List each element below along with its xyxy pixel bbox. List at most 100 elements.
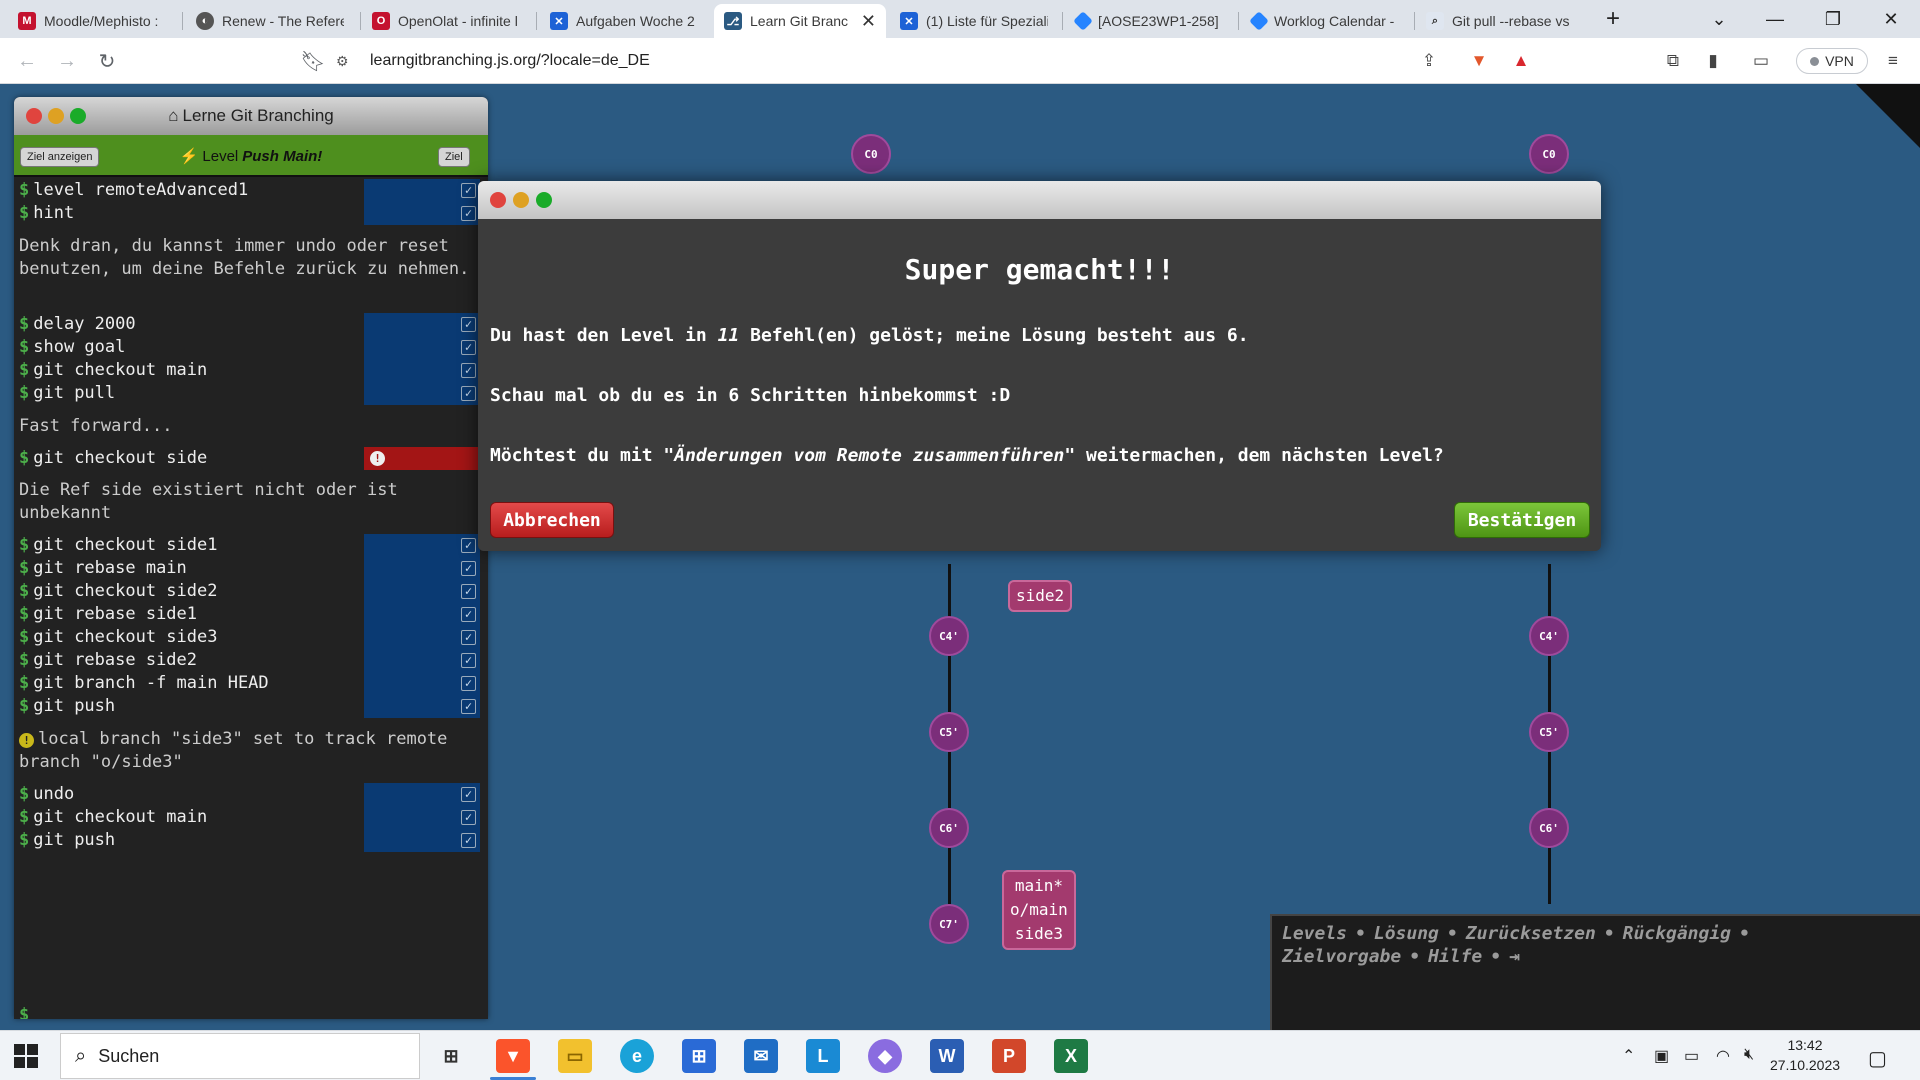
new-tab-button[interactable]: + xyxy=(1588,0,1638,38)
taskbar-search[interactable]: ⌕ Suchen xyxy=(60,1033,420,1079)
bookmark-icon[interactable]: 🔖︎ xyxy=(300,48,326,74)
reset-link[interactable]: Zurücksetzen xyxy=(1466,923,1596,944)
notifications-icon[interactable]: ▢ xyxy=(1868,1046,1887,1071)
checkmark-icon: ✓ xyxy=(461,206,476,221)
checkmark-icon: ✓ xyxy=(461,810,476,825)
search-icon: ⌕ xyxy=(75,1044,87,1067)
checkmark-icon: ✓ xyxy=(461,317,476,332)
command-line: $ git push ✓ xyxy=(14,829,488,852)
file-explorer-icon[interactable]: ▭ xyxy=(558,1039,592,1073)
command-prompt[interactable]: $ xyxy=(19,1005,29,1019)
forward-icon[interactable]: → xyxy=(54,48,80,74)
checkmark-icon: ✓ xyxy=(461,183,476,198)
excel-icon[interactable]: X xyxy=(1054,1039,1088,1073)
copilot-icon[interactable]: ◆ xyxy=(868,1039,902,1073)
learngit-icon: ⎇ xyxy=(724,12,742,30)
wifi-icon[interactable]: ◠ xyxy=(1716,1046,1730,1066)
l-app-icon[interactable]: L xyxy=(806,1039,840,1073)
checkmark-icon: ✓ xyxy=(461,699,476,714)
checkmark-icon: ✓ xyxy=(461,653,476,668)
minimize-dot-icon[interactable] xyxy=(513,192,529,208)
tab-moodle[interactable]: M Moodle/Mephisto : xyxy=(8,4,176,38)
lightning-icon: ⚡ xyxy=(179,148,199,165)
tab-learn-git[interactable]: ⎇ Learn Git Branc ✕ xyxy=(714,4,886,38)
mail-icon[interactable]: ✉ xyxy=(744,1039,778,1073)
brave-shields-icon[interactable]: ▼ xyxy=(1466,48,1492,74)
task-view-icon[interactable]: ⊞ xyxy=(434,1039,468,1073)
confluence-icon: ✕ xyxy=(900,12,918,30)
reload-icon[interactable]: ↻ xyxy=(94,48,120,74)
tab-git-pull[interactable]: ⌕ Git pull --rebase vs xyxy=(1416,4,1584,38)
powerpoint-icon[interactable]: P xyxy=(992,1039,1026,1073)
commit-node: C6' xyxy=(1529,808,1569,848)
command-line: $ git push ✓ xyxy=(14,695,488,718)
checkmark-icon: ✓ xyxy=(461,363,476,378)
minimize-dot-icon[interactable] xyxy=(48,108,64,124)
word-icon[interactable]: W xyxy=(930,1039,964,1073)
level-bar: ⚡ Level Push Main! Ziel anzeigen Ziel xyxy=(14,135,488,177)
cancel-button[interactable]: Abbrechen xyxy=(490,502,614,538)
maximize-button[interactable]: ❐ xyxy=(1808,0,1858,38)
store-icon[interactable]: ⊞ xyxy=(682,1039,716,1073)
brave-browser-icon[interactable]: ▼ xyxy=(496,1039,530,1073)
show-goal-button[interactable]: Ziel anzeigen xyxy=(20,147,100,167)
github-corner-icon[interactable] xyxy=(1856,84,1920,148)
command-line: $ show goal ✓ xyxy=(14,336,488,359)
menu-icon[interactable]: ≡ xyxy=(1880,48,1906,74)
commit-node: C4' xyxy=(1529,616,1569,656)
commit-node: C6' xyxy=(929,808,969,848)
help-link[interactable]: Hilfe xyxy=(1428,946,1482,967)
battery-icon[interactable]: ▭ xyxy=(1684,1046,1699,1066)
command-line: $ git pull ✓ xyxy=(14,382,488,405)
commit-node: C0 xyxy=(1529,134,1569,174)
taskbar-clock[interactable]: 13:42 27.10.2023 xyxy=(1760,1035,1850,1075)
sidebar-icon[interactable]: ▮ xyxy=(1700,48,1726,74)
brave-rewards-icon[interactable]: ▲ xyxy=(1508,48,1534,74)
checkmark-icon: ✓ xyxy=(461,340,476,355)
tab-aose[interactable]: [AOSE23WP1-258] xyxy=(1066,4,1234,38)
jira-icon xyxy=(1249,11,1269,31)
edge-icon[interactable]: e xyxy=(620,1039,654,1073)
undo-link[interactable]: Rückgängig xyxy=(1623,923,1731,944)
meet-now-icon[interactable]: ▣ xyxy=(1654,1046,1669,1066)
checkmark-icon: ✓ xyxy=(461,386,476,401)
tray-overflow-icon[interactable]: ⌃ xyxy=(1622,1046,1635,1066)
maximize-dot-icon[interactable] xyxy=(70,108,86,124)
tab-openolat[interactable]: O OpenOlat - infinite l xyxy=(362,4,530,38)
checkmark-icon: ✓ xyxy=(461,584,476,599)
command-line: $ git checkout side2 ✓ xyxy=(14,580,488,603)
tab-aufgaben[interactable]: ✕ Aufgaben Woche 2 xyxy=(540,4,708,38)
close-tab-icon[interactable]: ✕ xyxy=(861,11,876,32)
dialog-challenge-text: Schau mal ob du es in 6 Schritten hinbek… xyxy=(490,385,1011,406)
volume-icon[interactable]: 🔇︎ xyxy=(1744,1046,1754,1064)
windows-start-icon[interactable] xyxy=(14,1044,38,1068)
command-line: $ git rebase side1 ✓ xyxy=(14,603,488,626)
confirm-button[interactable]: Bestätigen xyxy=(1454,502,1590,538)
goal-button[interactable]: Ziel xyxy=(438,147,470,167)
close-dot-icon[interactable] xyxy=(26,108,42,124)
close-window-button[interactable]: ✕ xyxy=(1866,0,1916,38)
minimize-button[interactable]: — xyxy=(1750,0,1800,38)
checkmark-icon: ✓ xyxy=(461,787,476,802)
tab-renew[interactable]: ◐ Renew - The Refere xyxy=(186,4,354,38)
url-field[interactable]: ⚙ learngitbranching.js.org/?locale=de_DE xyxy=(336,44,1426,78)
command-line: $ delay 2000 ✓ xyxy=(14,313,488,336)
back-icon[interactable]: ← xyxy=(14,48,40,74)
globe-icon: ◐ xyxy=(196,12,214,30)
tab-search-icon[interactable]: ⌄ xyxy=(1694,0,1744,38)
extensions-icon[interactable]: ⧉ xyxy=(1660,48,1686,74)
exit-icon[interactable]: ⇥ xyxy=(1509,946,1520,967)
wallet-icon[interactable]: ▭ xyxy=(1748,48,1774,74)
levels-link[interactable]: Levels xyxy=(1282,923,1347,944)
solution-link[interactable]: Lösung xyxy=(1374,923,1439,944)
tab-liste[interactable]: ✕ (1) Liste für Speziali xyxy=(890,4,1058,38)
close-dot-icon[interactable] xyxy=(490,192,506,208)
moodle-icon: M xyxy=(18,12,36,30)
vpn-button[interactable]: VPN xyxy=(1796,48,1868,74)
tab-worklog[interactable]: Worklog Calendar - xyxy=(1242,4,1410,38)
share-icon[interactable]: ⇪ xyxy=(1416,48,1442,74)
goal-link[interactable]: Zielvorgabe xyxy=(1282,946,1401,967)
site-info-icon[interactable]: ⚙ xyxy=(336,53,356,70)
checkmark-icon: ✓ xyxy=(461,538,476,553)
maximize-dot-icon[interactable] xyxy=(536,192,552,208)
